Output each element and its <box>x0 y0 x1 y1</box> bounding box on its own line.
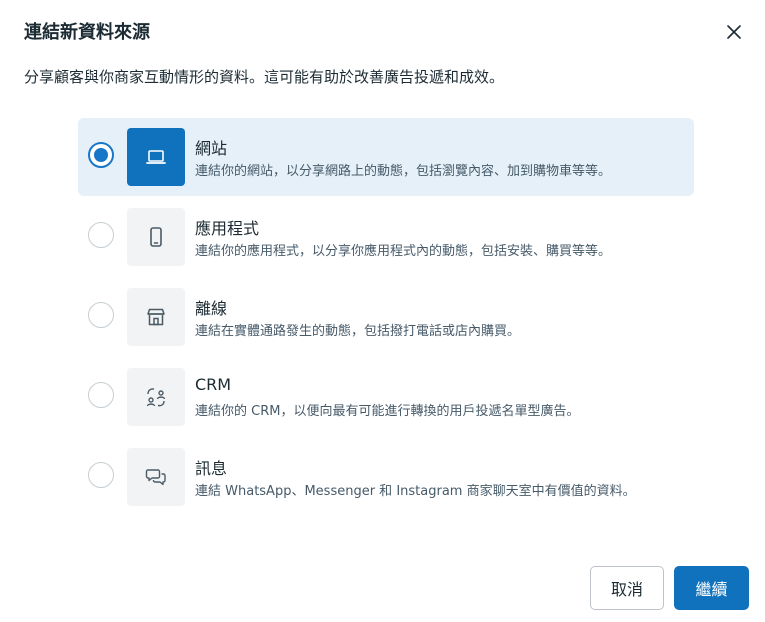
radio-messaging[interactable] <box>88 462 114 488</box>
radio-selected-dot <box>94 148 108 162</box>
option-description: 連結你的 CRM，以便向最有可能進行轉換的用戶投遞名單型廣告。 <box>195 404 580 419</box>
option-app[interactable]: 應用程式 連結你的應用程式，以分享你應用程式內的動態，包括安裝、購買等等。 <box>78 198 694 276</box>
continue-button[interactable]: 繼續 <box>674 566 749 610</box>
option-offline-icon-box <box>127 288 185 346</box>
option-description: 連結在實體通路發生的動態，包括撥打電話或店內購買。 <box>195 324 521 339</box>
close-icon <box>727 25 741 39</box>
option-messaging-icon-box <box>127 448 185 506</box>
radio-crm[interactable] <box>88 382 114 408</box>
radio-app[interactable] <box>88 222 114 248</box>
option-website[interactable]: 網站 連結你的網站，以分享網路上的動態，包括瀏覽內容、加到購物車等等。 <box>78 118 694 196</box>
option-app-icon-box <box>127 208 185 266</box>
option-description: 連結 WhatsApp、Messenger 和 Instagram 商家聊天室中… <box>195 484 636 499</box>
laptop-icon <box>146 150 166 164</box>
radio-website[interactable] <box>88 142 114 168</box>
dialog-title: 連結新資料來源 <box>24 22 150 43</box>
option-title: 訊息 <box>195 459 228 478</box>
dialog-description: 分享顧客與你商家互動情形的資料。這可能有助於改善廣告投遞和成效。 <box>24 68 505 86</box>
chat-bubbles-icon <box>145 469 166 486</box>
option-website-icon-box <box>127 128 185 186</box>
close-button[interactable] <box>720 18 748 46</box>
crm-people-icon <box>146 388 166 407</box>
option-crm-icon-box <box>127 368 185 426</box>
option-title: 網站 <box>195 139 228 158</box>
option-title: 離線 <box>195 299 228 318</box>
phone-icon <box>150 227 162 247</box>
option-description: 連結你的應用程式，以分享你應用程式內的動態，包括安裝、購買等等。 <box>195 244 612 259</box>
store-icon <box>147 308 165 326</box>
connect-data-source-dialog: 連結新資料來源 分享顧客與你商家互動情形的資料。這可能有助於改善廣告投遞和成效。… <box>0 0 765 622</box>
option-messaging[interactable]: 訊息 連結 WhatsApp、Messenger 和 Instagram 商家聊… <box>78 438 694 516</box>
option-crm[interactable]: CRM 連結你的 CRM，以便向最有可能進行轉換的用戶投遞名單型廣告。 <box>78 358 694 436</box>
option-title: 應用程式 <box>195 219 260 238</box>
option-title: CRM <box>195 375 232 394</box>
option-description: 連結你的網站，以分享網路上的動態，包括瀏覽內容、加到購物車等等。 <box>195 164 612 179</box>
cancel-button[interactable]: 取消 <box>590 566 664 610</box>
option-offline[interactable]: 離線 連結在實體通路發生的動態，包括撥打電話或店內購買。 <box>78 278 694 356</box>
radio-offline[interactable] <box>88 302 114 328</box>
